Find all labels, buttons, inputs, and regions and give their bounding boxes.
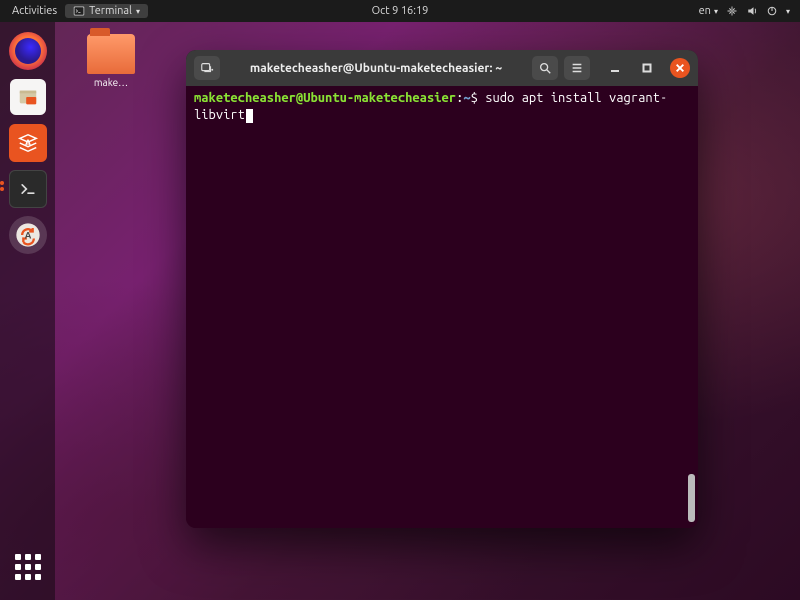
terminal-body[interactable]: maketecheasher@Ubuntu-maketecheasier:~$ … (186, 86, 698, 528)
dock: A A (0, 22, 55, 600)
maximize-icon (641, 62, 653, 74)
terminal-icon (9, 170, 47, 208)
chevron-down-icon: ▾ (136, 7, 140, 16)
network-icon[interactable] (726, 5, 738, 17)
folder-label: make… (80, 77, 142, 88)
search-icon (538, 61, 552, 75)
search-button[interactable] (532, 56, 558, 80)
power-icon[interactable] (766, 5, 778, 17)
close-icon (675, 63, 685, 73)
firefox-icon (9, 32, 47, 70)
prompt-sigil: $ (471, 91, 478, 105)
show-applications-button[interactable] (0, 544, 55, 590)
svg-text:A: A (24, 230, 31, 241)
dock-terminal[interactable] (7, 168, 49, 210)
terminal-headerbar: maketecheasher@Ubuntu-maketecheasier: ~ (186, 50, 698, 86)
hamburger-icon (570, 61, 584, 75)
dock-updater[interactable]: A (7, 214, 49, 256)
dock-files[interactable] (7, 76, 49, 118)
app-menu-label: Terminal (89, 5, 132, 17)
folder-icon (87, 34, 135, 74)
dock-software[interactable]: A (7, 122, 49, 164)
scrollbar-thumb[interactable] (688, 474, 695, 522)
maximize-button[interactable] (640, 61, 654, 75)
prompt-path: ~ (463, 91, 470, 105)
chevron-down-icon[interactable]: ▾ (786, 7, 790, 16)
clock[interactable]: Oct 9 16:19 (372, 5, 429, 17)
new-tab-button[interactable] (194, 56, 220, 80)
desktop-folder[interactable]: make… (80, 34, 142, 88)
minimize-icon (609, 62, 621, 74)
terminal-window: maketecheasher@Ubuntu-maketecheasier: ~ … (186, 50, 698, 528)
top-bar: Activities Terminal ▾ Oct 9 16:19 en ▾ ▾ (0, 0, 800, 22)
hamburger-menu-button[interactable] (564, 56, 590, 80)
terminal-icon (73, 5, 85, 17)
prompt-user: maketecheasher@Ubuntu-maketecheasier (194, 91, 456, 105)
svg-text:A: A (24, 137, 31, 148)
app-menu[interactable]: Terminal ▾ (65, 4, 148, 18)
files-icon (10, 79, 46, 115)
updater-icon: A (9, 216, 47, 254)
close-button[interactable] (670, 58, 690, 78)
dock-firefox[interactable] (7, 30, 49, 72)
software-icon: A (9, 124, 47, 162)
new-tab-icon (200, 61, 214, 75)
volume-icon[interactable] (746, 5, 758, 17)
input-source-indicator[interactable]: en ▾ (699, 5, 718, 17)
window-title: maketecheasher@Ubuntu-maketecheasier: ~ (226, 62, 526, 75)
text-cursor (246, 109, 253, 123)
lang-label: en (699, 5, 711, 17)
chevron-down-icon: ▾ (714, 7, 718, 16)
activities-button[interactable]: Activities (6, 3, 63, 19)
minimize-button[interactable] (608, 61, 622, 75)
